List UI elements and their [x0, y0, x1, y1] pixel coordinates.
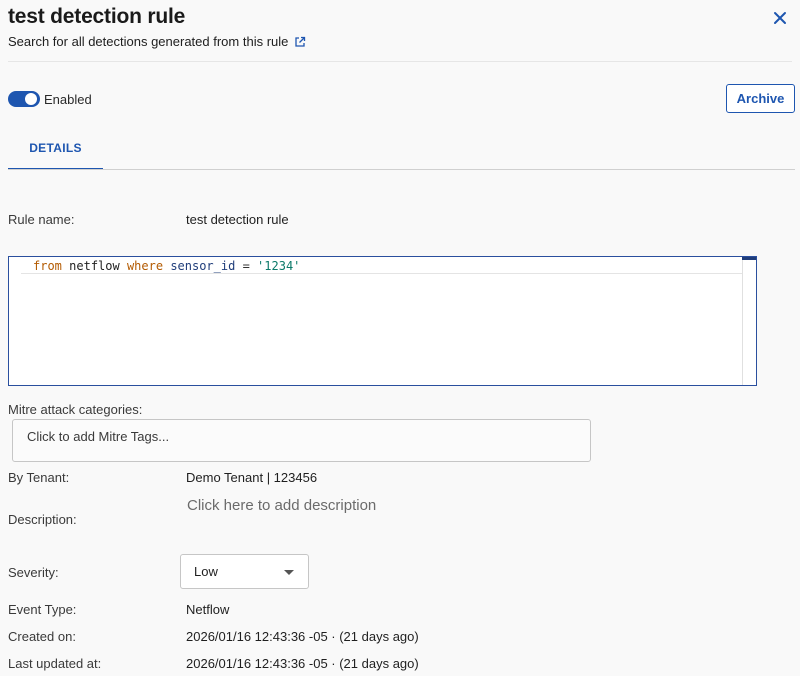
created-value: 2026/01/16 12:43:36 -05 · (21 days ago): [186, 629, 419, 644]
query-string-value: '1234': [257, 259, 301, 273]
enabled-toggle[interactable]: [8, 91, 40, 107]
subtitle-text: Search for all detections generated from…: [8, 34, 289, 49]
description-label: Description:: [8, 512, 77, 527]
query-editor[interactable]: from netflow where sensor_id = '1234': [8, 256, 757, 386]
query-keyword-from: from: [33, 259, 62, 273]
close-button[interactable]: [770, 8, 790, 28]
created-label: Created on:: [8, 629, 76, 644]
updated-value: 2026/01/16 12:43:36 -05 · (21 days ago): [186, 656, 419, 671]
editor-scrollbar-thumb[interactable]: [742, 257, 756, 260]
description-field[interactable]: Click here to add description: [187, 497, 376, 514]
enabled-label: Enabled: [44, 92, 92, 107]
event-type-value: Netflow: [186, 602, 230, 617]
page-title: test detection rule: [8, 5, 186, 28]
query-editor-line[interactable]: from netflow where sensor_id = '1234': [21, 258, 742, 274]
mitre-tags-input[interactable]: Click to add Mitre Tags...: [12, 419, 591, 462]
mitre-label: Mitre attack categories:: [8, 402, 143, 417]
severity-select[interactable]: Low: [180, 554, 309, 589]
severity-label: Severity:: [8, 565, 59, 580]
tab-divider: [8, 169, 795, 170]
query-operator: =: [242, 259, 250, 273]
external-link-icon: [295, 36, 306, 47]
rule-name-value: test detection rule: [186, 212, 289, 227]
header-divider: [8, 61, 792, 62]
archive-button[interactable]: Archive: [726, 84, 795, 113]
tenant-value: Demo Tenant | 123456: [186, 470, 318, 485]
editor-scrollbar[interactable]: [742, 257, 756, 385]
query-field: sensor_id: [170, 259, 236, 273]
query-keyword-where: where: [126, 259, 164, 273]
event-type-label: Event Type:: [8, 602, 77, 617]
tenant-label: By Tenant:: [8, 470, 70, 485]
severity-selected-value: Low: [194, 564, 218, 579]
toggle-knob: [25, 93, 37, 105]
updated-label: Last updated at:: [8, 656, 102, 671]
close-icon: [774, 12, 786, 24]
tab-details[interactable]: DETAILS: [8, 128, 103, 170]
chevron-down-icon: [284, 570, 294, 575]
rule-name-label: Rule name:: [8, 212, 75, 227]
search-detections-link[interactable]: Search for all detections generated from…: [8, 34, 306, 49]
query-table: netflow: [69, 259, 120, 273]
